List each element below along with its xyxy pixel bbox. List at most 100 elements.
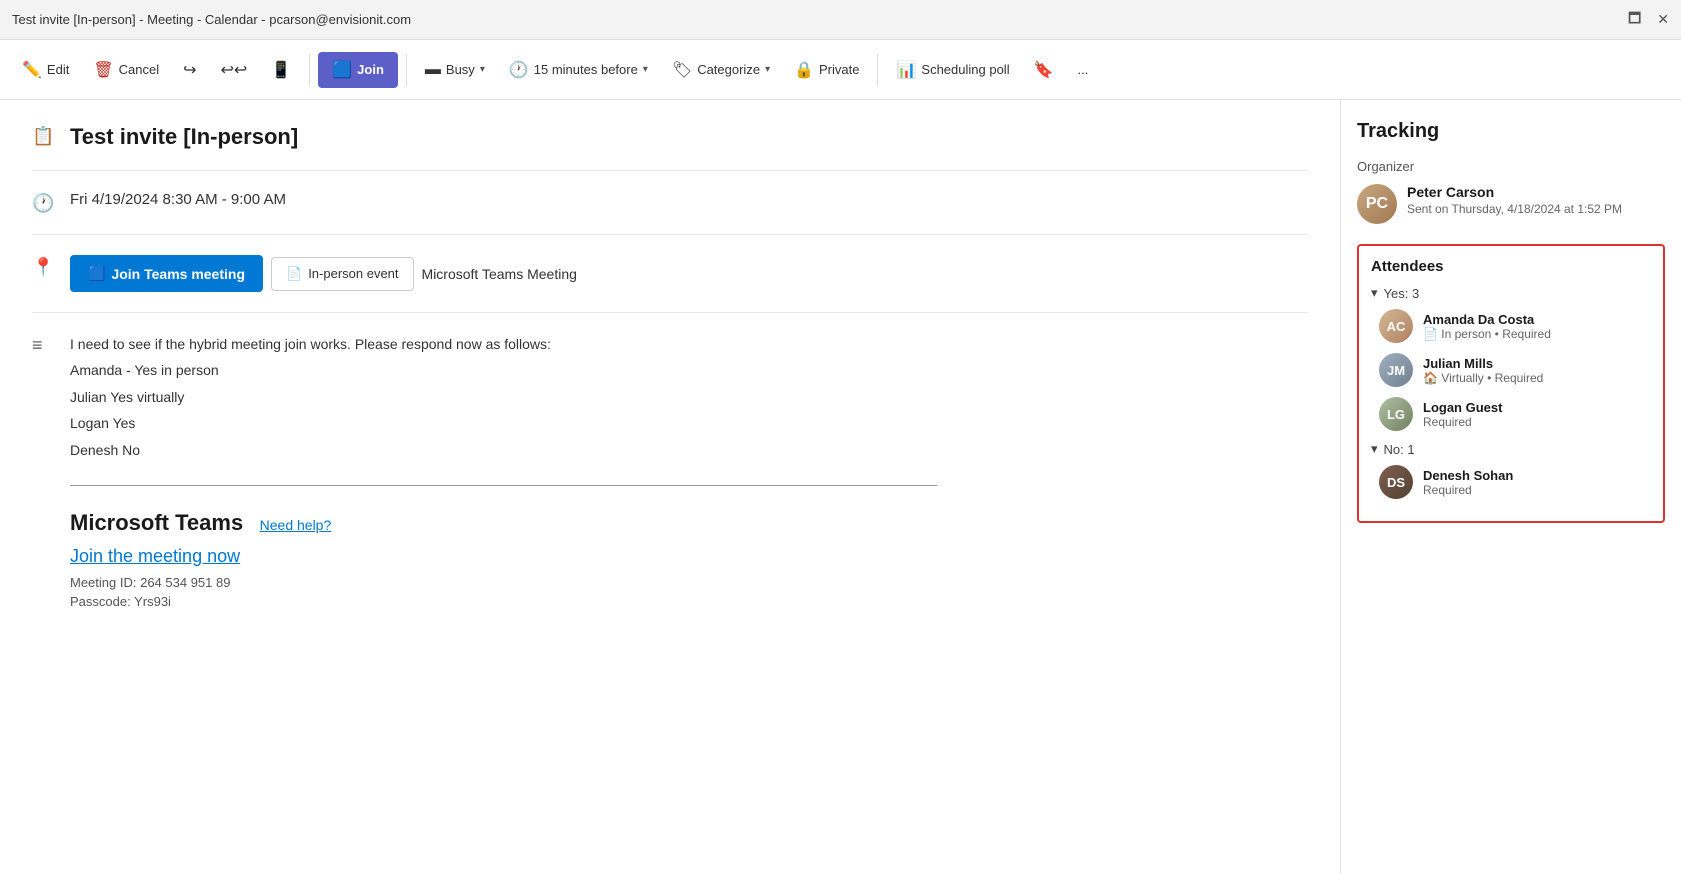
- attendee-avatar-logan: LG: [1379, 397, 1413, 431]
- amanda-detail: 📄 In person • Required: [1423, 327, 1551, 341]
- categorize-chevron: ▾: [765, 64, 770, 75]
- edit-button[interactable]: ✏️ Edit: [12, 54, 79, 86]
- inperson-detail-icon: 📄: [1423, 327, 1438, 341]
- more-button[interactable]: ...: [1068, 56, 1099, 83]
- no-chevron-icon: ▾: [1371, 441, 1378, 457]
- clock-icon: 🕐: [32, 193, 56, 214]
- tag-icon: 🏷: [672, 60, 692, 80]
- no-group-header[interactable]: ▾ No: 1: [1371, 441, 1651, 457]
- location-buttons: 🟦 Join Teams meeting 📄 In-person event M…: [70, 255, 1308, 292]
- julian-initials: JM: [1379, 353, 1413, 387]
- separator-3: [877, 54, 878, 86]
- window-controls: 🗖 ✕: [1628, 8, 1669, 32]
- lock-icon: 🔒: [794, 60, 814, 80]
- organizer-sent: Sent on Thursday, 4/18/2024 at 1:52 PM: [1407, 202, 1622, 216]
- denesh-detail: Required: [1423, 483, 1513, 497]
- meeting-id-label: Meeting ID:: [70, 575, 140, 590]
- scheduling-poll-label: Scheduling poll: [921, 62, 1009, 77]
- passcode-value: Yrs93i: [134, 594, 171, 609]
- yes-group-header[interactable]: ▾ Yes: 3: [1371, 285, 1651, 301]
- edit-icon: ✏️: [22, 60, 42, 80]
- mobile-button[interactable]: 📱: [261, 54, 301, 86]
- scheduling-poll-button[interactable]: 📊 Scheduling poll: [886, 54, 1019, 86]
- denesh-initials: DS: [1379, 465, 1413, 499]
- busy-chevron: ▾: [480, 64, 485, 75]
- attendee-info-denesh: Denesh Sohan Required: [1423, 468, 1513, 497]
- reminder-chevron: ▾: [643, 64, 648, 75]
- event-title-content: Test invite [In-person]: [70, 124, 1308, 150]
- attendee-item-amanda: AC Amanda Da Costa 📄 In person • Require…: [1371, 309, 1651, 343]
- attendee-avatar-denesh: DS: [1379, 465, 1413, 499]
- private-label: Private: [819, 62, 859, 77]
- poll-icon: 📊: [896, 60, 916, 80]
- passcode-row: Passcode: Yrs93i: [70, 594, 1308, 609]
- cancel-label: Cancel: [119, 62, 159, 77]
- attendee-info-logan: Logan Guest Required: [1423, 400, 1502, 429]
- reminder-label: 15 minutes before: [534, 62, 638, 77]
- attendee-avatar-amanda: AC: [1379, 309, 1413, 343]
- body-line-1: Amanda - Yes in person: [70, 359, 1308, 381]
- teams-icon-btn: 🟦: [88, 265, 105, 282]
- private-button[interactable]: 🔒 Private: [784, 54, 869, 86]
- categorize-button[interactable]: 🏷 Categorize ▾: [662, 54, 780, 86]
- body-icon: ≡: [32, 335, 56, 356]
- organizer-row: PC Peter Carson Sent on Thursday, 4/18/2…: [1357, 184, 1665, 224]
- julian-detail: 🏠 Virtually • Required: [1423, 371, 1543, 385]
- join-button[interactable]: 🟦 Join: [318, 52, 398, 88]
- join-teams-button[interactable]: 🟦 Join Teams meeting: [70, 255, 263, 292]
- tracking-title: Tracking: [1357, 120, 1665, 143]
- cancel-icon: 🗑: [93, 60, 113, 80]
- organizer-info: Peter Carson Sent on Thursday, 4/18/2024…: [1407, 184, 1622, 216]
- amanda-initials: AC: [1379, 309, 1413, 343]
- attendee-item-julian: JM Julian Mills 🏠 Virtually • Required: [1371, 353, 1651, 387]
- body-line-2: Julian Yes virtually: [70, 386, 1308, 408]
- busy-button[interactable]: ▬ Busy ▾: [415, 55, 495, 85]
- separator-2: [406, 54, 407, 86]
- label-button[interactable]: 🔖: [1024, 54, 1064, 86]
- virtual-detail-icon: 🏠: [1423, 371, 1438, 385]
- amanda-name: Amanda Da Costa: [1423, 312, 1551, 327]
- datetime-text: Fri 4/19/2024 8:30 AM - 9:00 AM: [70, 191, 286, 208]
- inperson-label: In-person event: [308, 266, 398, 281]
- julian-name: Julian Mills: [1423, 356, 1543, 371]
- forward-button[interactable]: ↪: [173, 54, 206, 86]
- denesh-name: Denesh Sohan: [1423, 468, 1513, 483]
- teams-section: Microsoft Teams Need help? Join the meet…: [70, 510, 1308, 609]
- logan-detail: Required: [1423, 415, 1502, 429]
- sidebar: Tracking Organizer PC Peter Carson Sent …: [1341, 100, 1681, 874]
- cancel-button[interactable]: 🗑 Cancel: [83, 54, 169, 86]
- categorize-label: Categorize: [697, 62, 760, 77]
- body-intro: I need to see if the hybrid meeting join…: [70, 333, 1308, 355]
- organizer-avatar: PC: [1357, 184, 1397, 224]
- busy-label: Busy: [446, 62, 475, 77]
- inperson-icon: 📄: [286, 266, 302, 282]
- mobile-icon: 📱: [271, 60, 291, 80]
- event-title-row: 📋 Test invite [In-person]: [32, 124, 1308, 171]
- join-label: Join: [357, 62, 384, 77]
- calendar-edit-icon: 📋: [32, 126, 56, 147]
- forward-icon: ↪: [183, 60, 196, 80]
- brush-icon: 🔖: [1034, 60, 1054, 80]
- body-line-3: Logan Yes: [70, 412, 1308, 434]
- content-area: 📋 Test invite [In-person] 🕐 Fri 4/19/202…: [0, 100, 1341, 874]
- need-help-link[interactable]: Need help?: [260, 517, 332, 533]
- teams-section-title: Microsoft Teams: [70, 510, 243, 535]
- organizer-initials: PC: [1357, 184, 1397, 224]
- main-layout: 📋 Test invite [In-person] 🕐 Fri 4/19/202…: [0, 100, 1681, 874]
- location-icon: 📍: [32, 257, 56, 278]
- restore-button[interactable]: 🗖: [1628, 8, 1641, 32]
- join-teams-label: Join Teams meeting: [111, 266, 245, 282]
- location-content: 🟦 Join Teams meeting 📄 In-person event M…: [70, 255, 1308, 292]
- passcode-label: Passcode:: [70, 594, 134, 609]
- window-title: Test invite [In-person] - Meeting - Cale…: [12, 12, 411, 27]
- organizer-label: Organizer: [1357, 159, 1665, 174]
- join-meeting-link[interactable]: Join the meeting now: [70, 546, 1308, 567]
- close-button[interactable]: ✕: [1657, 8, 1669, 32]
- event-title: Test invite [In-person]: [70, 124, 1308, 150]
- separator-1: [309, 54, 310, 86]
- no-group-label: No: 1: [1384, 442, 1415, 457]
- inperson-button[interactable]: 📄 In-person event: [271, 257, 414, 291]
- edit-label: Edit: [47, 62, 69, 77]
- reply-all-button[interactable]: ↩↩: [211, 54, 258, 86]
- reminder-button[interactable]: 🕐 15 minutes before ▾: [499, 54, 658, 86]
